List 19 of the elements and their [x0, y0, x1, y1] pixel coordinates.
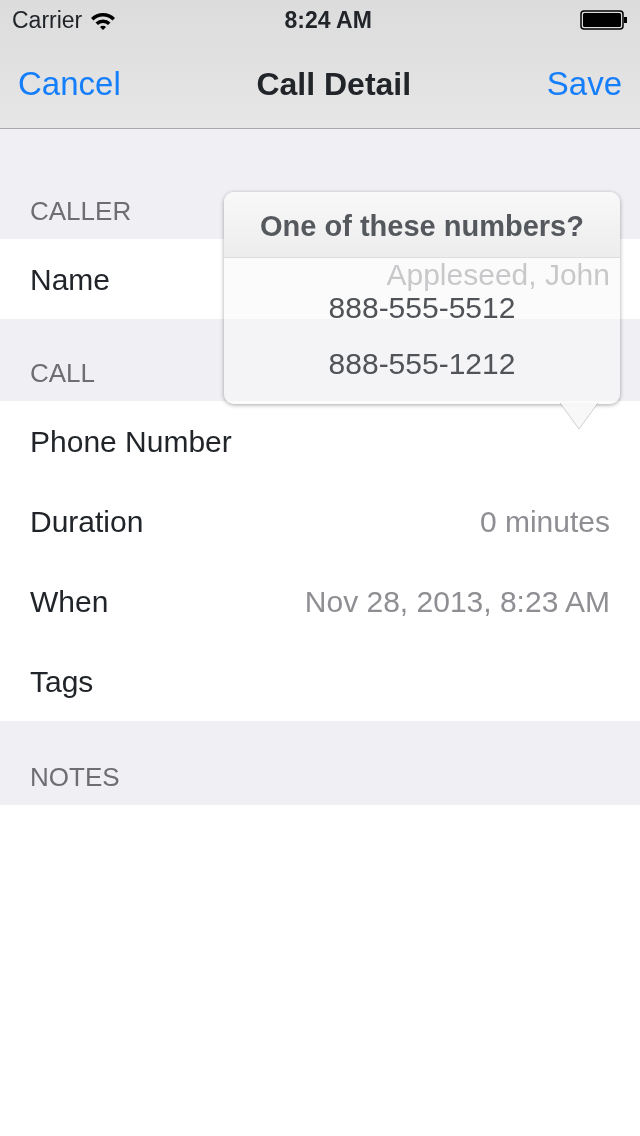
row-label: Name	[30, 261, 111, 298]
number-option[interactable]: 888-555-1212	[224, 346, 620, 382]
status-time: 8:24 AM	[284, 5, 372, 35]
row-label: Tags	[30, 663, 94, 700]
row-label: When	[30, 583, 109, 620]
nav-title: Call Detail	[256, 65, 412, 104]
row-label: Phone Number	[30, 423, 232, 460]
popover-arrow	[560, 403, 598, 430]
battery-icon	[580, 10, 628, 30]
row-value: 0 minutes	[479, 503, 610, 540]
section-header: CALLER	[30, 195, 132, 228]
number-option[interactable]: 888-555-5512	[224, 290, 620, 326]
section-header: CALL	[30, 357, 96, 390]
section-header: NOTES	[30, 761, 120, 794]
popover-title: One of these numbers?	[224, 192, 620, 258]
carrier-name: Carrier	[12, 5, 83, 35]
row-label: Duration	[30, 503, 144, 540]
row-value: Nov 28, 2013, 8:23 AM	[304, 583, 610, 620]
wifi-icon	[90, 10, 117, 30]
